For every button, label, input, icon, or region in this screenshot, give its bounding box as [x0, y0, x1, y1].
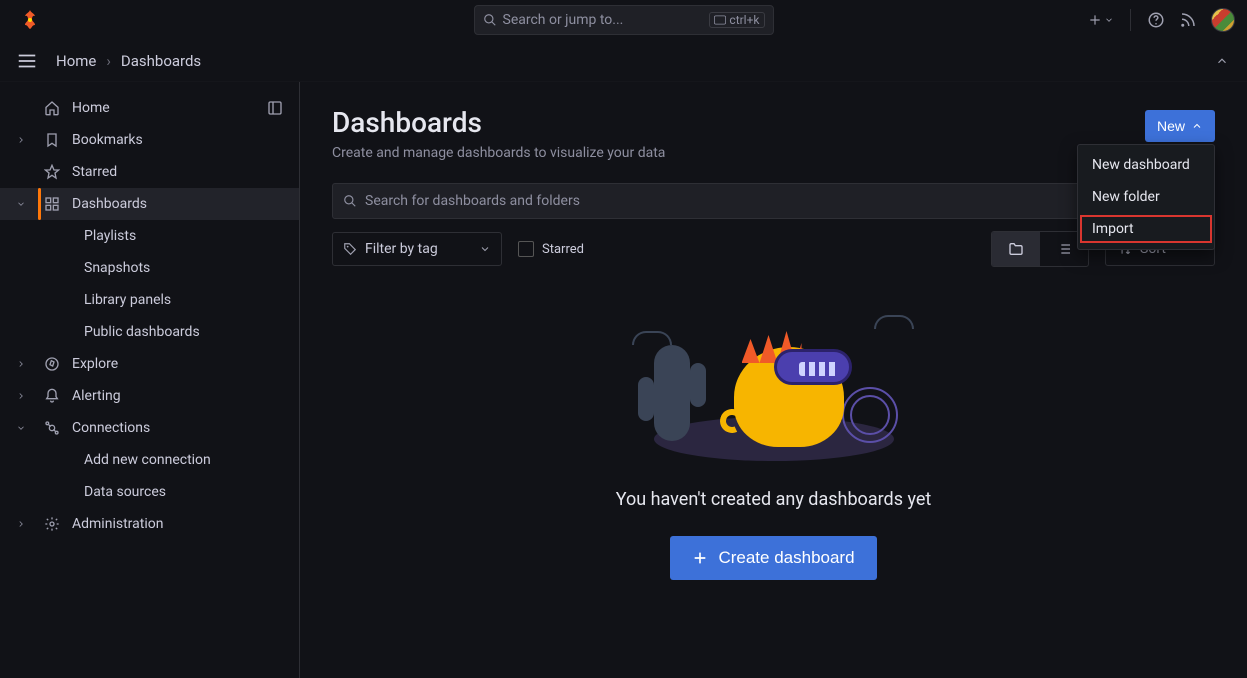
chevron-down-icon [479, 243, 491, 255]
chevron-right-icon[interactable] [14, 359, 28, 369]
sidebar-item-home[interactable]: Home [0, 92, 299, 124]
add-menu-button[interactable] [1088, 13, 1114, 27]
sidebar-item-dashboards[interactable]: Dashboards [0, 188, 299, 220]
sidebar-item-playlists[interactable]: Playlists [0, 220, 299, 252]
empty-illustration [624, 291, 924, 471]
sidebar-item-snapshots[interactable]: Snapshots [0, 252, 299, 284]
empty-state-title: You haven't created any dashboards yet [616, 489, 932, 510]
keyboard-shortcut-badge: ctrl+k [709, 12, 764, 28]
page-title: Dashboards [332, 106, 665, 139]
sidebar-item-data-sources[interactable]: Data sources [0, 476, 299, 508]
empty-state: You haven't created any dashboards yet C… [332, 291, 1215, 580]
chevron-down-icon [1104, 15, 1114, 25]
home-icon [42, 100, 62, 116]
chevron-up-icon [1191, 120, 1203, 132]
menu-item-new-dashboard[interactable]: New dashboard [1078, 149, 1214, 181]
dashboard-search-placeholder: Search for dashboards and folders [365, 193, 580, 209]
bell-icon [42, 388, 62, 404]
chevron-down-icon[interactable] [14, 199, 28, 209]
new-dropdown-menu: New dashboard New folder Import [1077, 144, 1215, 250]
create-dashboard-button[interactable]: Create dashboard [670, 536, 876, 580]
chevron-up-icon [1215, 54, 1229, 68]
breadcrumb-bar: Home › Dashboards [0, 40, 1247, 82]
sidebar-item-label: Administration [72, 516, 163, 532]
tag-filter-select[interactable]: Filter by tag [332, 232, 502, 266]
sidebar-item-label: Dashboards [72, 196, 147, 212]
plus-icon [692, 550, 708, 566]
breadcrumb: Home › Dashboards [56, 52, 201, 70]
bookmark-icon [42, 132, 62, 148]
list-icon [1056, 241, 1072, 257]
rss-icon [1179, 11, 1197, 29]
sidebar-item-starred[interactable]: Starred [0, 156, 299, 188]
sidebar-item-label: Bookmarks [72, 132, 143, 148]
chevron-right-icon[interactable] [14, 391, 28, 401]
sidebar-item-library-panels[interactable]: Library panels [0, 284, 299, 316]
collapse-button[interactable] [1209, 48, 1235, 74]
sidebar-item-public-dashboards[interactable]: Public dashboards [0, 316, 299, 348]
page-subtitle: Create and manage dashboards to visualiz… [332, 145, 665, 161]
sidebar-item-explore[interactable]: Explore [0, 348, 299, 380]
chevron-right-icon[interactable] [14, 135, 28, 145]
sidebar-item-label: Explore [72, 356, 118, 372]
starred-filter[interactable]: Starred [518, 241, 584, 257]
divider [1130, 9, 1131, 31]
topbar-actions [1088, 8, 1235, 32]
new-button[interactable]: New [1145, 110, 1215, 142]
view-toggle [991, 231, 1089, 267]
search-icon [343, 194, 357, 208]
news-button[interactable] [1179, 11, 1197, 29]
help-button[interactable] [1147, 11, 1165, 29]
keyboard-icon [714, 15, 726, 25]
main-content: Dashboards Create and manage dashboards … [300, 82, 1247, 678]
view-folders-button[interactable] [992, 232, 1040, 266]
plug-icon [42, 420, 62, 436]
sidebar-nav: Home Bookmarks Starred Dashboards Playli… [0, 82, 300, 678]
sidebar-item-administration[interactable]: Administration [0, 508, 299, 540]
top-bar: Search or jump to... ctrl+k [0, 0, 1247, 40]
sidebar-item-label: Alerting [72, 388, 121, 404]
breadcrumb-home[interactable]: Home [56, 52, 96, 70]
dock-menu-button[interactable] [12, 46, 42, 76]
chevron-down-icon[interactable] [14, 423, 28, 433]
global-search-input[interactable]: Search or jump to... ctrl+k [474, 5, 774, 35]
hamburger-icon [16, 50, 38, 72]
compass-icon [42, 356, 62, 372]
chevron-right-icon[interactable] [14, 519, 28, 529]
breadcrumb-separator: › [106, 52, 111, 70]
panel-icon[interactable] [267, 100, 283, 116]
folder-icon [1008, 241, 1024, 257]
menu-item-new-folder[interactable]: New folder [1078, 181, 1214, 213]
tag-icon [343, 242, 357, 256]
sidebar-item-bookmarks[interactable]: Bookmarks [0, 124, 299, 156]
plus-icon [1088, 13, 1102, 27]
help-icon [1147, 11, 1165, 29]
apps-icon [42, 196, 62, 212]
gear-icon [42, 516, 62, 532]
global-search-placeholder: Search or jump to... [503, 12, 710, 28]
sidebar-item-add-connection[interactable]: Add new connection [0, 444, 299, 476]
starred-checkbox[interactable] [518, 241, 534, 257]
sidebar-item-label: Home [72, 100, 110, 116]
sidebar-item-label: Starred [72, 164, 117, 180]
sidebar-item-alerting[interactable]: Alerting [0, 380, 299, 412]
menu-item-import[interactable]: Import [1078, 213, 1214, 245]
sidebar-item-label: Connections [72, 420, 150, 436]
user-avatar[interactable] [1211, 8, 1235, 32]
search-icon [483, 13, 497, 27]
sidebar-item-connections[interactable]: Connections [0, 412, 299, 444]
star-icon [42, 164, 62, 180]
grafana-logo-icon[interactable] [18, 8, 42, 32]
breadcrumb-current: Dashboards [121, 52, 201, 70]
